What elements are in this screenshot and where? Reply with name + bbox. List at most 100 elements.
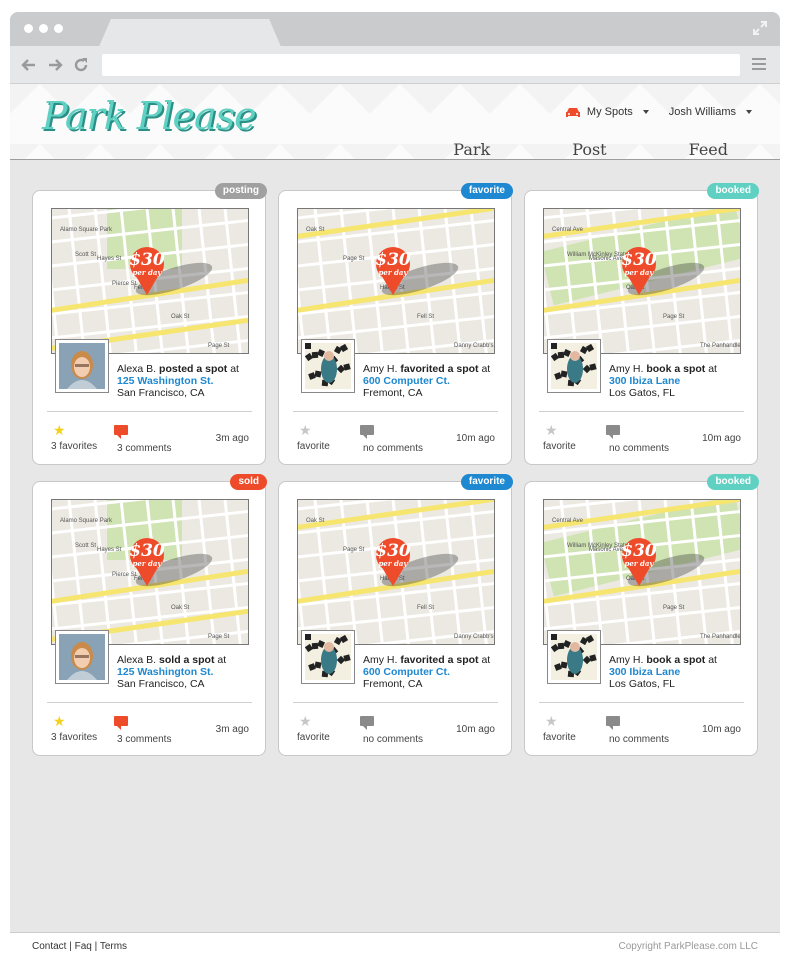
comments-label: no comments bbox=[363, 734, 424, 745]
svg-text:per day: per day bbox=[133, 268, 163, 277]
comments-control[interactable]: no comments bbox=[606, 714, 670, 745]
comments-control[interactable]: no comments bbox=[360, 423, 423, 454]
status-badge: favorite bbox=[460, 474, 513, 490]
spot-map[interactable]: Oak StPage StHaight StFell StDanny Crabb… bbox=[297, 499, 495, 645]
user-menu[interactable]: Josh Williams bbox=[669, 106, 752, 118]
comment-icon[interactable] bbox=[360, 716, 374, 730]
user-name[interactable]: Alexa B. bbox=[117, 654, 156, 666]
site-logo[interactable]: Park Please bbox=[42, 94, 257, 138]
favorite-control[interactable]: ★ favorite bbox=[297, 423, 330, 452]
avatar[interactable] bbox=[55, 339, 109, 393]
avatar[interactable] bbox=[547, 630, 601, 684]
avatar-art bbox=[304, 634, 351, 680]
user-name[interactable]: Amy H. bbox=[363, 363, 397, 375]
svg-text:Hayes St: Hayes St bbox=[97, 256, 122, 262]
comments-control[interactable]: 3 comments bbox=[114, 423, 171, 454]
activity-action: favorited a spot bbox=[400, 363, 479, 375]
spot-map[interactable]: Alamo Square Park Hayes St Fell St Oak St Pa… bbox=[51, 208, 249, 354]
comment-icon[interactable] bbox=[606, 716, 620, 730]
at-word: at bbox=[481, 363, 491, 375]
activity-description: Alexa B. posted a spot at 125 Washington… bbox=[117, 363, 239, 399]
spot-address-link[interactable]: 600 Computer Ct. bbox=[363, 666, 490, 678]
comments-label: no comments bbox=[609, 734, 670, 745]
spot-map[interactable]: Central AveMasonic AveOak StPage StThe P… bbox=[543, 499, 741, 645]
forward-arrow-icon[interactable] bbox=[46, 56, 64, 74]
user-name[interactable]: Amy H. bbox=[609, 363, 643, 375]
star-icon[interactable]: ★ bbox=[299, 714, 330, 728]
svg-text:Page St: Page St bbox=[663, 605, 685, 611]
star-icon[interactable]: ★ bbox=[545, 714, 576, 728]
feed-card[interactable]: sold Alamo Square Park Hayes St Fell St Oak… bbox=[32, 474, 267, 756]
favorite-control[interactable]: ★ 3 favorites bbox=[51, 714, 97, 743]
feed-card[interactable]: favorite Oak StPage StHaight StFell StDa… bbox=[278, 474, 513, 756]
favorite-control[interactable]: ★ 3 favorites bbox=[51, 423, 97, 452]
feed-card[interactable]: favorite Oak StPage StHaight StFell StDa… bbox=[278, 183, 513, 465]
comment-icon[interactable] bbox=[360, 425, 374, 439]
favorite-control[interactable]: ★ favorite bbox=[543, 423, 576, 452]
activity-action: sold a spot bbox=[159, 654, 215, 666]
feed-card[interactable]: booked Central AveMasonic AveOak StPage … bbox=[524, 474, 759, 756]
svg-text:$30: $30 bbox=[375, 541, 411, 561]
star-icon[interactable]: ★ bbox=[53, 714, 97, 728]
spot-address-link[interactable]: 300 Ibiza Lane bbox=[609, 666, 717, 678]
address-bar[interactable] bbox=[102, 54, 740, 76]
map-image: Alamo Square ParkHayes StFell StOak StPa… bbox=[52, 500, 248, 644]
user-name[interactable]: Amy H. bbox=[363, 654, 397, 666]
avatar[interactable] bbox=[547, 339, 601, 393]
reload-icon[interactable] bbox=[72, 56, 90, 74]
browser-tab[interactable] bbox=[98, 19, 282, 49]
timestamp: 3m ago bbox=[215, 433, 249, 444]
divider bbox=[293, 411, 498, 412]
favorite-control[interactable]: ★ favorite bbox=[543, 714, 576, 743]
status-badge: booked bbox=[707, 474, 759, 490]
comments-control[interactable]: no comments bbox=[360, 714, 424, 745]
svg-text:Pierce St: Pierce St bbox=[112, 281, 137, 287]
activity-action: book a spot bbox=[646, 363, 706, 375]
spot-map[interactable]: Alamo Square Park Hayes St Fell St Oak St Pa… bbox=[51, 499, 249, 645]
svg-text:Page St: Page St bbox=[663, 314, 685, 320]
spot-address-link[interactable]: 300 Ibiza Lane bbox=[609, 375, 717, 387]
comments-label: no comments bbox=[609, 443, 670, 454]
spot-city: San Francisco, CA bbox=[117, 678, 205, 690]
svg-text:Hayes St: Hayes St bbox=[97, 547, 122, 553]
feed-card[interactable]: booked Central AveMasonic AveOak StPage … bbox=[524, 183, 759, 465]
at-word: at bbox=[230, 363, 239, 375]
status-badge: sold bbox=[230, 474, 267, 490]
activity-description: Amy H. favorited a spot at 600 Computer … bbox=[363, 363, 490, 399]
comment-icon[interactable] bbox=[114, 425, 128, 439]
user-name[interactable]: Alexa B. bbox=[117, 363, 156, 375]
star-icon[interactable]: ★ bbox=[545, 423, 576, 437]
star-icon[interactable]: ★ bbox=[53, 423, 97, 437]
my-spots-menu[interactable]: My Spots bbox=[565, 106, 649, 118]
spot-address-link[interactable]: 125 Washington St. bbox=[117, 666, 226, 678]
favorite-control[interactable]: ★ favorite bbox=[297, 714, 330, 743]
divider bbox=[539, 702, 744, 703]
car-icon bbox=[565, 107, 580, 117]
avatar[interactable] bbox=[301, 630, 355, 684]
chevron-down-icon bbox=[642, 110, 649, 114]
avatar[interactable] bbox=[301, 339, 355, 393]
spot-address-link[interactable]: 125 Washington St. bbox=[117, 375, 239, 387]
expand-icon[interactable] bbox=[752, 20, 768, 36]
comments-control[interactable]: no comments bbox=[606, 423, 670, 454]
activity-description: Amy H. favorited a spot at 600 Computer … bbox=[363, 654, 490, 690]
window-controls[interactable] bbox=[24, 24, 63, 33]
comment-icon[interactable] bbox=[114, 716, 128, 730]
spot-map[interactable]: Central AveMasonic AveOak StPage StThe P… bbox=[543, 208, 741, 354]
star-icon[interactable]: ★ bbox=[299, 423, 330, 437]
user-name[interactable]: Amy H. bbox=[609, 654, 643, 666]
svg-text:Oak St: Oak St bbox=[306, 227, 325, 233]
feed-card[interactable]: posting Alamo Square Park Hayes St Fell St… bbox=[32, 183, 267, 465]
my-spots-label: My Spots bbox=[586, 106, 633, 118]
back-arrow-icon[interactable] bbox=[20, 56, 38, 74]
avatar[interactable] bbox=[55, 630, 109, 684]
comments-control[interactable]: 3 comments bbox=[114, 714, 171, 745]
svg-text:Page St: Page St bbox=[208, 634, 230, 640]
spot-address-link[interactable]: 600 Computer Ct. bbox=[363, 375, 490, 387]
spot-map[interactable]: Oak StPage StHaight StFell StDanny Crabb… bbox=[297, 208, 495, 354]
footer-links[interactable]: Contact | Faq | Terms bbox=[32, 941, 127, 952]
browser-window: Park Please My Spots Josh Williams Park … bbox=[10, 12, 780, 957]
at-word: at bbox=[481, 654, 491, 666]
comment-icon[interactable] bbox=[606, 425, 620, 439]
browser-menu-icon[interactable] bbox=[752, 58, 766, 72]
